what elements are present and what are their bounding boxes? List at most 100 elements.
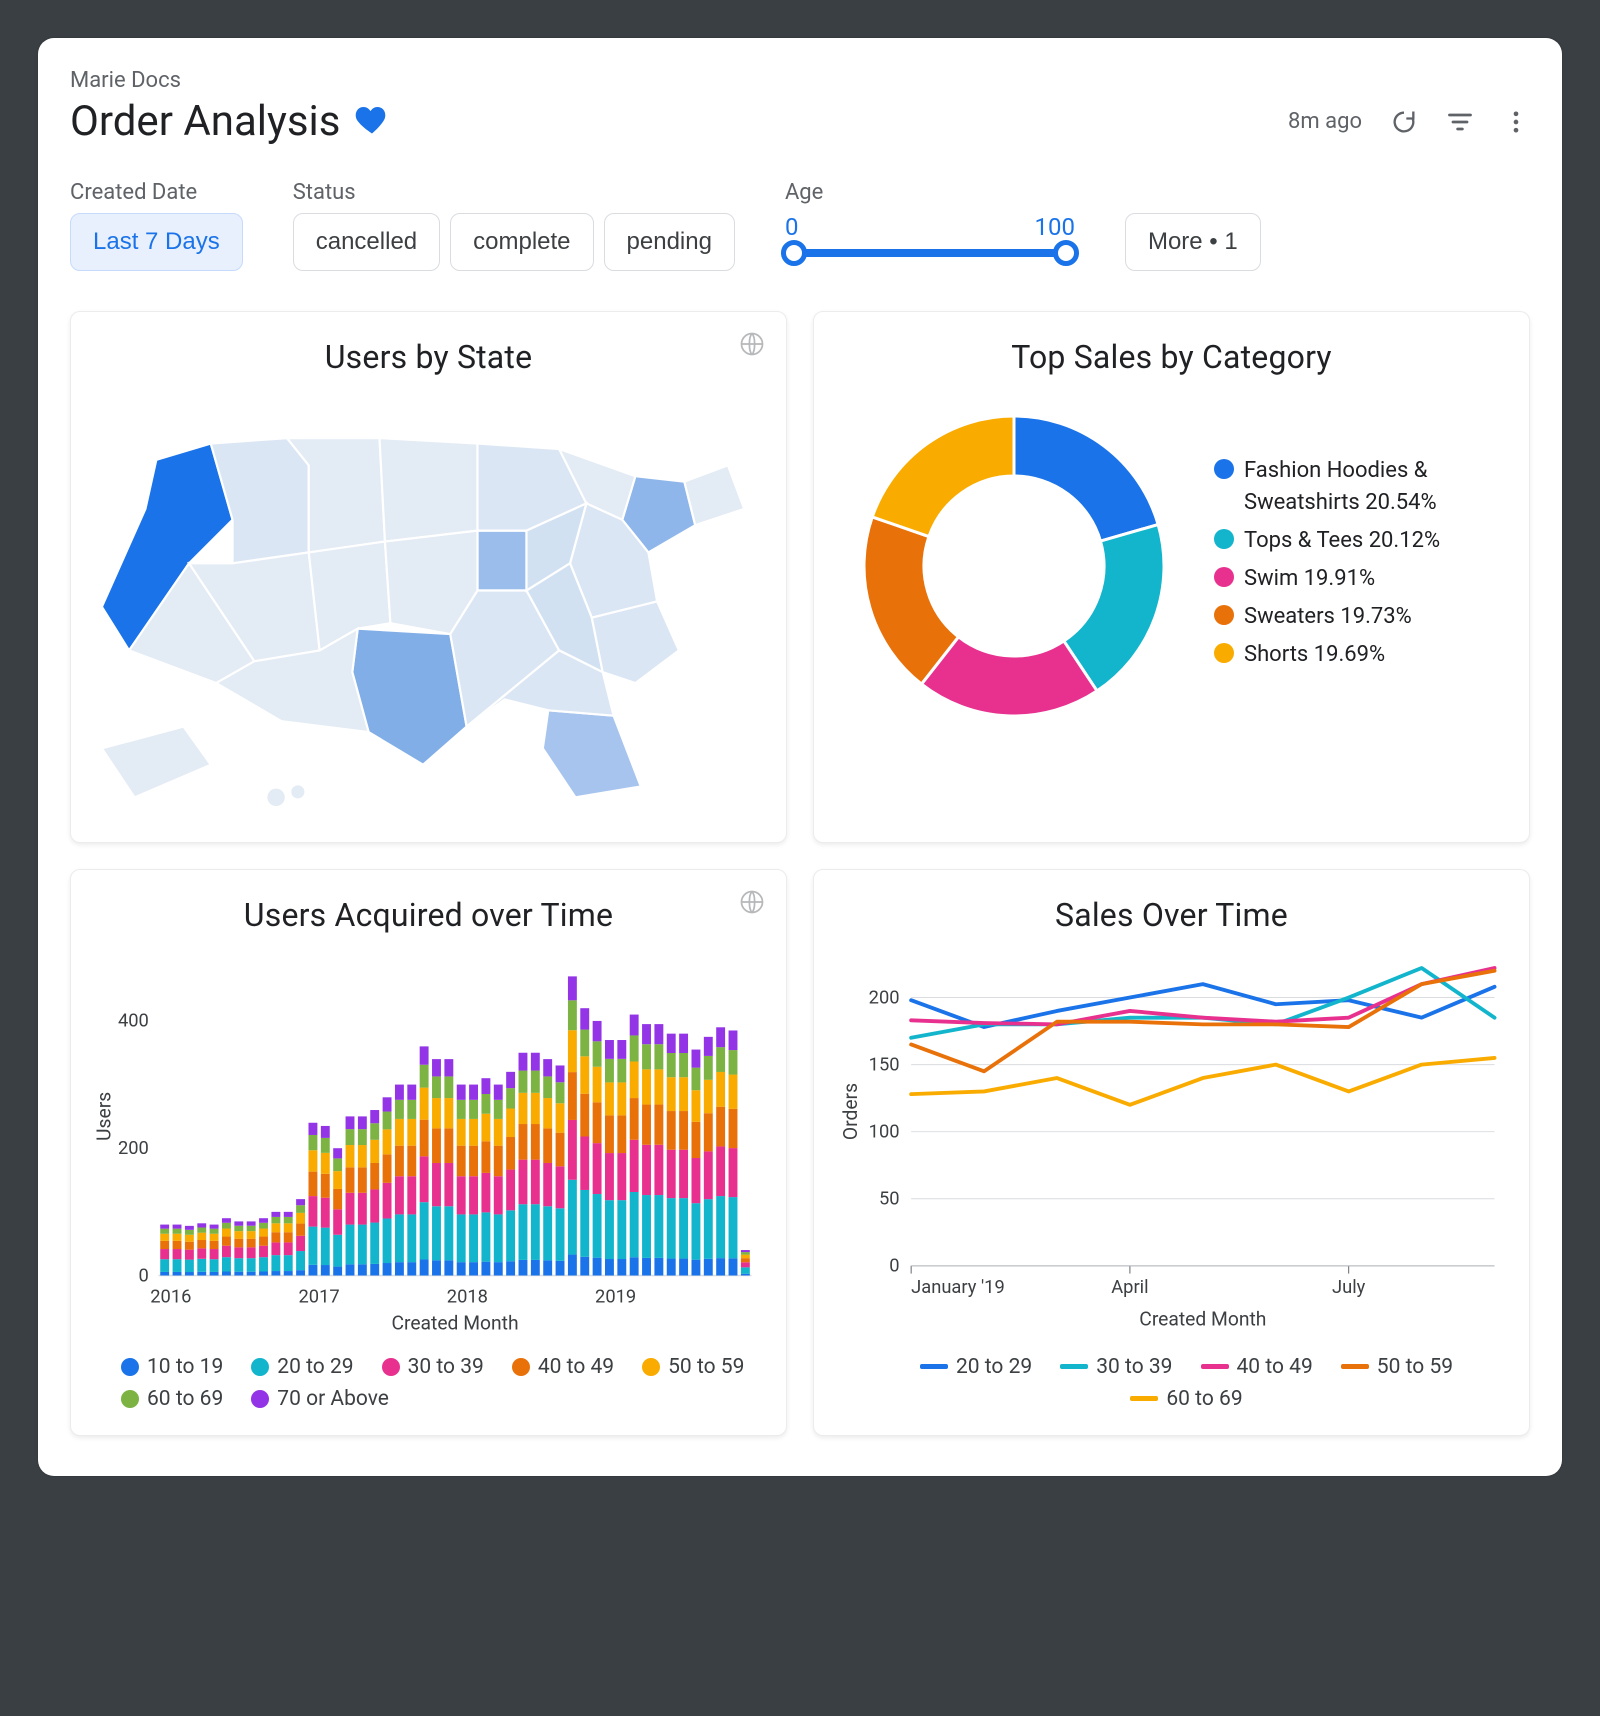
legend-item[interactable]: 40 to 49 — [512, 1355, 614, 1379]
bar-segment[interactable] — [704, 1037, 713, 1056]
bar-segment[interactable] — [506, 1169, 515, 1210]
bar-segment[interactable] — [580, 1056, 589, 1093]
chip-status-complete[interactable]: complete — [450, 213, 593, 271]
bar-segment[interactable] — [185, 1230, 194, 1235]
bar-segment[interactable] — [346, 1167, 355, 1192]
bar-segment[interactable] — [222, 1236, 231, 1245]
bar-segment[interactable] — [247, 1247, 256, 1258]
bar-segment[interactable] — [531, 1093, 540, 1124]
bar-segment[interactable] — [741, 1250, 750, 1252]
bar-segment[interactable] — [556, 1082, 565, 1103]
bar-segment[interactable] — [729, 1148, 738, 1197]
bar-segment[interactable] — [185, 1272, 194, 1275]
bar-segment[interactable] — [568, 1179, 577, 1254]
bar-segment[interactable] — [346, 1224, 355, 1264]
bar-segment[interactable] — [630, 1257, 639, 1275]
bar-segment[interactable] — [210, 1259, 219, 1272]
bar-segment[interactable] — [605, 1040, 614, 1059]
bar-segment[interactable] — [519, 1093, 528, 1124]
bar-segment[interactable] — [617, 1082, 626, 1115]
legend-item[interactable]: 30 to 39 — [1060, 1355, 1172, 1379]
bar-segment[interactable] — [432, 1206, 441, 1260]
bar-segment[interactable] — [271, 1212, 280, 1217]
age-slider-track[interactable] — [785, 249, 1075, 257]
legend-item[interactable]: 60 to 69 — [1130, 1387, 1242, 1411]
bar-segment[interactable] — [197, 1240, 206, 1248]
bar-segment[interactable] — [222, 1245, 231, 1256]
legend-item[interactable]: 20 to 29 — [251, 1355, 353, 1379]
bar-segment[interactable] — [432, 1128, 441, 1163]
bar-segment[interactable] — [741, 1267, 750, 1273]
bar-segment[interactable] — [531, 1260, 540, 1276]
bar-segment[interactable] — [691, 1259, 700, 1275]
chip-last-7-days[interactable]: Last 7 Days — [70, 213, 243, 271]
bar-segment[interactable] — [247, 1221, 256, 1225]
bar-segment[interactable] — [605, 1259, 614, 1275]
bar-segment[interactable] — [494, 1084, 503, 1099]
bar-segment[interactable] — [481, 1141, 490, 1173]
bar-segment[interactable] — [395, 1084, 404, 1099]
bar-segment[interactable] — [543, 1059, 552, 1076]
bar-segment[interactable] — [481, 1173, 490, 1212]
bar-segment[interactable] — [333, 1209, 342, 1234]
bar-segment[interactable] — [308, 1150, 317, 1171]
donut-slice[interactable] — [1014, 416, 1158, 541]
bar-segment[interactable] — [667, 1198, 676, 1258]
bar-segment[interactable] — [358, 1116, 367, 1129]
bar-segment[interactable] — [160, 1259, 169, 1272]
bar-segment[interactable] — [346, 1264, 355, 1275]
bar-segment[interactable] — [271, 1217, 280, 1223]
bar-segment[interactable] — [469, 1084, 478, 1099]
bar-segment[interactable] — [580, 1093, 589, 1136]
bar-segment[interactable] — [185, 1259, 194, 1271]
bar-segment[interactable] — [284, 1271, 293, 1275]
bar-segment[interactable] — [741, 1258, 750, 1262]
bar-segment[interactable] — [617, 1259, 626, 1275]
bar-segment[interactable] — [457, 1214, 466, 1262]
legend-item[interactable]: 50 to 59 — [642, 1355, 744, 1379]
bar-segment[interactable] — [395, 1119, 404, 1146]
bar-segment[interactable] — [679, 1053, 688, 1077]
bar-segment[interactable] — [679, 1198, 688, 1258]
bar-segment[interactable] — [308, 1171, 317, 1195]
bar-segment[interactable] — [741, 1273, 750, 1275]
bar-segment[interactable] — [580, 1136, 589, 1189]
bar-segment[interactable] — [395, 1214, 404, 1262]
bar-segment[interactable] — [716, 1258, 725, 1275]
bar-segment[interactable] — [259, 1218, 268, 1223]
bar-segment[interactable] — [444, 1076, 453, 1098]
legend-item[interactable]: 30 to 39 — [382, 1355, 484, 1379]
bar-segment[interactable] — [160, 1249, 169, 1259]
bar-segment[interactable] — [605, 1153, 614, 1200]
bar-segment[interactable] — [234, 1225, 243, 1230]
bar-segment[interactable] — [568, 1000, 577, 1030]
bar-segment[interactable] — [308, 1265, 317, 1276]
bar-segment[interactable] — [729, 1258, 738, 1275]
bar-segment[interactable] — [210, 1241, 219, 1249]
bar-segment[interactable] — [271, 1271, 280, 1275]
bar-segment[interactable] — [420, 1087, 429, 1119]
bar-segment[interactable] — [667, 1053, 676, 1077]
bar-segment[interactable] — [358, 1224, 367, 1264]
bar-segment[interactable] — [605, 1059, 614, 1083]
bar-segment[interactable] — [444, 1128, 453, 1163]
bar-segment[interactable] — [222, 1257, 231, 1271]
bar-segment[interactable] — [432, 1098, 441, 1128]
bar-segment[interactable] — [494, 1145, 503, 1176]
bar-segment[interactable] — [407, 1145, 416, 1176]
bar-segment[interactable] — [407, 1176, 416, 1214]
bar-segment[interactable] — [506, 1210, 515, 1261]
bar-segment[interactable] — [173, 1224, 182, 1228]
bar-segment[interactable] — [704, 1199, 713, 1259]
bar-segment[interactable] — [259, 1257, 268, 1271]
bar-segment[interactable] — [691, 1203, 700, 1259]
bar-segment[interactable] — [667, 1033, 676, 1052]
bar-segment[interactable] — [630, 1035, 639, 1061]
bar-segment[interactable] — [444, 1260, 453, 1275]
bar-segment[interactable] — [321, 1265, 330, 1275]
bar-segment[interactable] — [271, 1242, 280, 1255]
bar-segment[interactable] — [556, 1166, 565, 1208]
bar-segment[interactable] — [197, 1223, 206, 1227]
bar-segment[interactable] — [444, 1059, 453, 1076]
bar-segment[interactable] — [704, 1056, 713, 1080]
